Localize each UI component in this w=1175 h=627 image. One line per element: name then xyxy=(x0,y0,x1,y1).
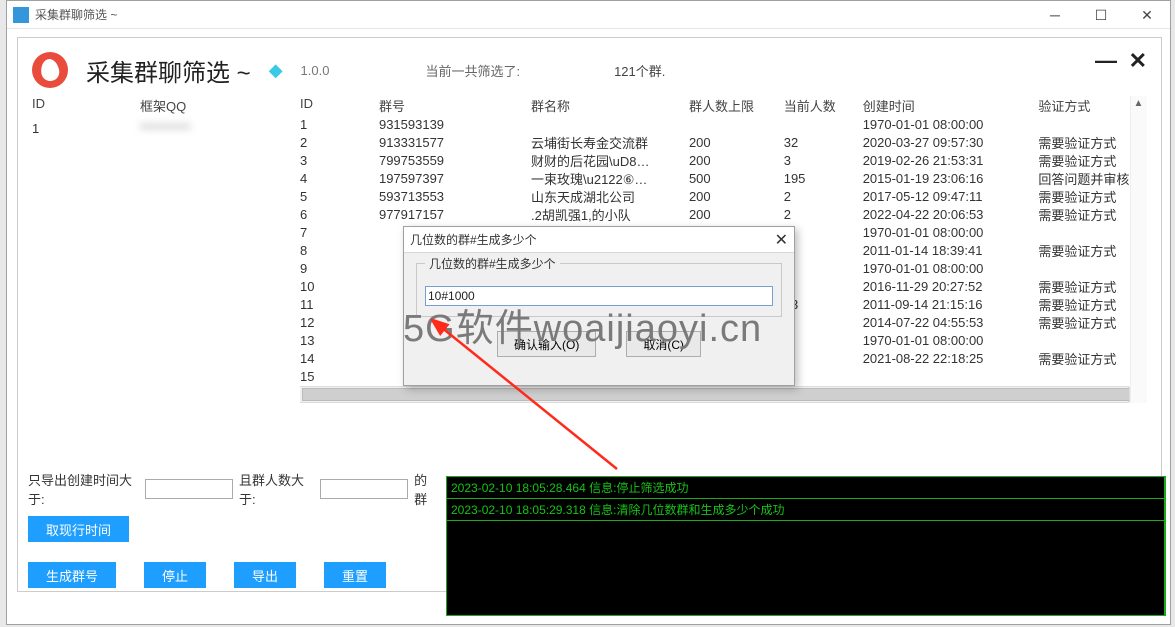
card-close-button[interactable]: ✕ xyxy=(1129,48,1147,74)
table-row[interactable]: 2913331577云埔街长寿金交流群200322020-03-27 09:57… xyxy=(300,133,1147,151)
dialog-close-button[interactable]: ✕ xyxy=(775,230,788,250)
window-close-button[interactable]: ✕ xyxy=(1124,1,1170,29)
log-panel[interactable]: 2023-02-10 18:05:28.464 信息:停止筛选成功 2023-0… xyxy=(446,476,1166,616)
table-row[interactable]: 19315931391970-01-01 08:00:00 xyxy=(300,115,1147,133)
log-line: 2023-02-10 18:05:28.464 信息:停止筛选成功 xyxy=(447,477,1164,499)
col-qq: 框架QQ xyxy=(140,96,280,115)
filter-suffix-label: 的群 xyxy=(414,470,438,508)
window-minimize-button[interactable]: ─ xyxy=(1032,1,1078,29)
total-filtered-value: 121个群. xyxy=(614,61,665,80)
log-line: 2023-02-10 18:05:29.318 信息:清除几位数群和生成多少个成… xyxy=(447,499,1164,521)
groups-table-header: ID 群号 群名称 群人数上限 当前人数 创建时间 验证方式 xyxy=(300,96,1147,115)
dialog-ok-button[interactable]: 确认输入(O) xyxy=(497,331,596,357)
col-ctime: 创建时间 xyxy=(863,96,1039,115)
window-title: 采集群聊筛选 ~ xyxy=(35,6,117,23)
table-row[interactable]: 5593713553山东天成湖北公司20022017-05-12 09:47:1… xyxy=(300,187,1147,205)
window-maximize-button[interactable]: ☐ xyxy=(1078,1,1124,29)
input-dialog: 几位数的群#生成多少个 ✕ 几位数的群#生成多少个 确认输入(O) 取消(C) xyxy=(403,226,795,386)
card-minimize-button[interactable]: — xyxy=(1095,48,1117,74)
horizontal-scrollbar[interactable]: ◄► xyxy=(300,386,1129,403)
dialog-cancel-button[interactable]: 取消(C) xyxy=(626,331,701,357)
dialog-input[interactable] xyxy=(425,286,773,306)
stop-button[interactable]: 停止 xyxy=(144,562,206,588)
app-window: 采集群聊筛选 ~ ─ ☐ ✕ 采集群聊筛选 ~ ◆ 1.0.0 当前一共筛选了:… xyxy=(6,0,1171,625)
filter-count-input[interactable] xyxy=(320,479,408,499)
col-cap: 群人数上限 xyxy=(689,96,784,115)
filter-mid-label: 且群人数大于: xyxy=(239,470,314,508)
filter-row: 只导出创建时间大于: 且群人数大于: 的群 xyxy=(28,470,438,508)
col-current: 当前人数 xyxy=(784,96,863,115)
table-row[interactable]: 6977917157.2胡凯强1,的小队20022022-04-22 20:06… xyxy=(300,205,1147,223)
col-group-no: 群号 xyxy=(379,96,531,115)
filter-date-input[interactable] xyxy=(145,479,233,499)
diamond-icon: ◆ xyxy=(269,60,283,81)
flame-icon xyxy=(32,52,68,88)
table-row[interactable]: 3799753559财财的后花园\uD8…20032019-02-26 21:5… xyxy=(300,151,1147,169)
generate-group-button[interactable]: 生成群号 xyxy=(28,562,116,588)
dialog-title: 几位数的群#生成多少个 xyxy=(410,231,537,248)
vertical-scrollbar[interactable]: ▲ xyxy=(1130,96,1147,403)
reset-button[interactable]: 重置 xyxy=(324,562,386,588)
version-label: 1.0.0 xyxy=(301,63,330,78)
total-filtered-label: 当前一共筛选了: xyxy=(425,61,520,80)
col-group-name: 群名称 xyxy=(531,96,689,115)
accounts-table: ID 框架QQ 1 ********** xyxy=(32,96,280,403)
table-row[interactable]: 1 ********** xyxy=(32,119,280,137)
col-id: ID xyxy=(32,96,140,115)
filter-date-label: 只导出创建时间大于: xyxy=(28,470,139,508)
app-icon xyxy=(13,7,29,23)
header: 采集群聊筛选 ~ ◆ 1.0.0 当前一共筛选了: 121个群. — ✕ xyxy=(18,38,1161,96)
get-current-time-button[interactable]: 取现行时间 xyxy=(28,516,129,542)
dialog-titlebar[interactable]: 几位数的群#生成多少个 ✕ xyxy=(404,227,794,253)
titlebar[interactable]: 采集群聊筛选 ~ ─ ☐ ✕ xyxy=(7,1,1170,29)
col-id: ID xyxy=(300,96,379,115)
table-row[interactable]: 4197597397一束玫瑰\u2122⑥…5001952015-01-19 2… xyxy=(300,169,1147,187)
dialog-group-legend: 几位数的群#生成多少个 xyxy=(425,255,560,272)
page-title: 采集群聊筛选 ~ xyxy=(86,53,251,88)
export-button[interactable]: 导出 xyxy=(234,562,296,588)
